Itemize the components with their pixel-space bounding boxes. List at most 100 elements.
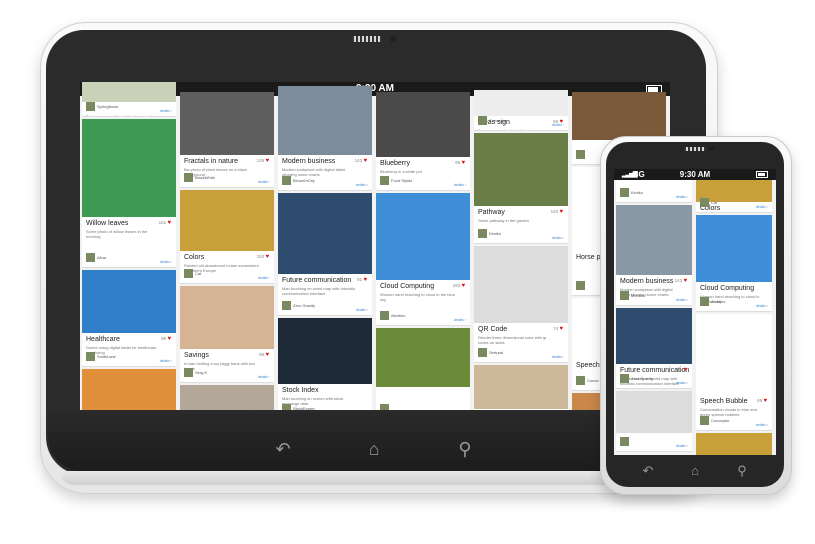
like-count[interactable]: 96 ♥ bbox=[259, 352, 269, 358]
photo-thumbnail[interactable] bbox=[616, 308, 692, 364]
details-link[interactable]: details › bbox=[258, 375, 270, 379]
avatar[interactable] bbox=[620, 437, 629, 446]
avatar[interactable] bbox=[620, 291, 629, 300]
photo-title[interactable]: Savings bbox=[184, 352, 209, 359]
avatar[interactable] bbox=[620, 188, 629, 197]
like-count[interactable]: 153 ♥ bbox=[551, 209, 563, 215]
photo-title[interactable]: Colors bbox=[184, 254, 204, 261]
heart-icon[interactable]: ♥ bbox=[461, 160, 465, 166]
search-icon[interactable]: ⚲ bbox=[731, 460, 753, 482]
avatar[interactable] bbox=[380, 311, 389, 320]
photo-thumbnail[interactable] bbox=[696, 314, 772, 395]
like-count[interactable]: 153 ♥ bbox=[257, 254, 269, 260]
photo-card[interactable]: Savings 96 ♥ A man holding a toy piggy ban… bbox=[180, 286, 274, 383]
photo-thumbnail[interactable] bbox=[376, 92, 470, 157]
author-name[interactable]: Kimiko bbox=[631, 190, 643, 195]
author-name[interactable]: Alentino bbox=[391, 313, 405, 318]
details-link[interactable]: details › bbox=[160, 260, 172, 264]
photo-title[interactable]: QR Code bbox=[478, 326, 507, 333]
photo-card[interactable]: Speech Bubble 69 ♥ Conversation clouds in … bbox=[696, 314, 772, 431]
heart-icon[interactable]: ♥ bbox=[265, 352, 269, 358]
author-name[interactable]: Conceptor bbox=[711, 418, 729, 423]
like-count[interactable]: 91 ♥ bbox=[357, 277, 367, 283]
author-name[interactable]: Conceptor bbox=[489, 118, 507, 123]
like-count[interactable]: 143 ♥ bbox=[355, 158, 367, 164]
avatar[interactable] bbox=[700, 416, 709, 425]
photo-card[interactable]: Healthcare 86 ♥ Doctor using digital table… bbox=[82, 270, 176, 367]
author-name[interactable]: Sertural bbox=[489, 350, 503, 355]
avatar[interactable] bbox=[576, 150, 585, 159]
home-icon[interactable]: ⌂ bbox=[363, 438, 385, 460]
avatar[interactable] bbox=[86, 352, 95, 361]
photo-card[interactable]: Colors 153 ♥ Painted old abandoned house s… bbox=[180, 190, 274, 284]
photo-card[interactable]: Future communication 91 ♥ Man touching on … bbox=[278, 193, 372, 316]
photo-card[interactable]: Ideas sign 69 ♥ Conversation clouds in blu… bbox=[474, 90, 568, 131]
photo-card[interactable]: Future communication 91 ♥ Man touching on … bbox=[616, 308, 692, 389]
heart-icon[interactable]: ♥ bbox=[167, 220, 171, 226]
photo-card[interactable]: ♥details › bbox=[696, 433, 772, 455]
photo-card[interactable]: Fractals in nature 129 ♥ Bw photo of plant… bbox=[180, 92, 274, 188]
heart-icon[interactable]: ♥ bbox=[683, 367, 687, 373]
details-link[interactable]: details › bbox=[676, 381, 688, 385]
photo-thumbnail[interactable] bbox=[82, 270, 176, 333]
photo-title[interactable]: Cloud Computing bbox=[700, 285, 754, 292]
author-name[interactable]: BloomInCity bbox=[293, 178, 315, 183]
like-count[interactable]: 129 ♥ bbox=[257, 158, 269, 164]
like-count[interactable]: 151 ♥ bbox=[159, 220, 171, 226]
photo-title[interactable]: Future communication bbox=[282, 277, 351, 284]
photo-card[interactable]: ♥Kimikodetails › bbox=[616, 180, 692, 203]
photo-card[interactable]: Cloud Computing ♥Woman hand reaching to … bbox=[696, 215, 772, 312]
home-icon[interactable]: ⌂ bbox=[684, 460, 706, 482]
photo-thumbnail[interactable] bbox=[474, 133, 568, 206]
author-name[interactable]: Cat bbox=[711, 200, 717, 205]
avatar[interactable] bbox=[620, 374, 629, 383]
search-icon[interactable]: ⚲ bbox=[454, 438, 476, 460]
heart-icon[interactable]: ♥ bbox=[363, 158, 367, 164]
details-link[interactable]: details › bbox=[756, 304, 768, 308]
avatar[interactable] bbox=[380, 176, 389, 185]
heart-icon[interactable]: ♥ bbox=[265, 158, 269, 164]
photo-card[interactable]: Willow leaves 151 ♥ Some photo of willow l… bbox=[82, 119, 176, 268]
avatar[interactable] bbox=[478, 116, 487, 125]
details-link[interactable]: details › bbox=[258, 276, 270, 280]
heart-icon[interactable]: ♥ bbox=[559, 209, 563, 215]
author-name[interactable]: Monica bbox=[631, 293, 644, 298]
photo-card[interactable]: ♥details › bbox=[376, 328, 470, 419]
photo-thumbnail[interactable] bbox=[180, 286, 274, 349]
avatar[interactable] bbox=[576, 376, 585, 385]
details-link[interactable]: details › bbox=[552, 355, 564, 359]
photo-card[interactable]: Pathway 153 ♥ Stone pathway in the garden K… bbox=[474, 133, 568, 244]
avatar[interactable] bbox=[478, 229, 487, 238]
like-count[interactable]: 91 ♥ bbox=[677, 367, 687, 373]
photo-thumbnail[interactable] bbox=[376, 193, 470, 280]
photo-card[interactable]: Modern business 143 ♥ Modern workplace wit… bbox=[278, 86, 372, 191]
author-name[interactable]: BlackWhite bbox=[195, 175, 215, 180]
photo-title[interactable]: Willow leaves bbox=[86, 220, 128, 227]
photo-card[interactable]: Modern business 143 ♥ Modern workplace wit… bbox=[616, 205, 692, 306]
photo-thumbnail[interactable] bbox=[278, 193, 372, 274]
photo-card[interactable]: ♥details › bbox=[616, 391, 692, 452]
heart-icon[interactable]: ♥ bbox=[265, 254, 269, 260]
details-link[interactable]: details › bbox=[356, 308, 368, 312]
details-link[interactable]: details › bbox=[552, 123, 564, 127]
details-link[interactable]: details › bbox=[454, 183, 466, 187]
author-name[interactable]: Zero Gravity bbox=[293, 303, 315, 308]
heart-icon[interactable]: ♥ bbox=[167, 336, 171, 342]
avatar[interactable] bbox=[576, 281, 585, 290]
avatar[interactable] bbox=[184, 173, 193, 182]
photo-thumbnail[interactable] bbox=[616, 391, 692, 433]
avatar[interactable] bbox=[282, 301, 291, 310]
back-icon[interactable]: ↶ bbox=[637, 460, 659, 482]
photo-card[interactable]: Blueberry 96 ♥ Blueberry in a white pot Foo… bbox=[376, 92, 470, 191]
author-name[interactable]: Springfloom bbox=[97, 104, 118, 109]
photo-title[interactable]: Cloud Computing bbox=[380, 283, 434, 290]
author-name[interactable]: Zero Gravity bbox=[631, 376, 653, 381]
author-name[interactable]: Food Stylist bbox=[391, 178, 412, 183]
photo-card[interactable]: Stock Index ♥Man touching on screen with… bbox=[278, 318, 372, 419]
avatar[interactable] bbox=[700, 297, 709, 306]
photo-thumbnail[interactable] bbox=[376, 328, 470, 387]
photo-thumbnail[interactable] bbox=[180, 92, 274, 155]
photo-title[interactable]: Fractals in nature bbox=[184, 158, 238, 165]
photo-title[interactable]: Blueberry bbox=[380, 160, 410, 167]
photo-thumbnail[interactable] bbox=[696, 433, 772, 455]
